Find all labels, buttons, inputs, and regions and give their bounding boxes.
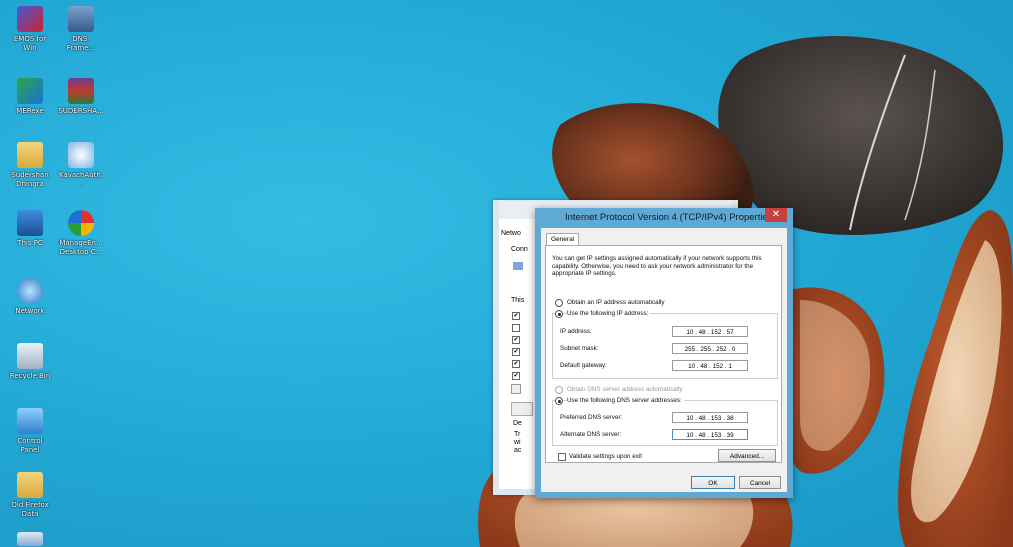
desktop-icon-user-folder[interactable]: Sudershan Dhingra (7, 142, 53, 189)
mer-app-icon (17, 78, 43, 104)
general-panel: You can get IP settings assigned automat… (545, 245, 782, 463)
desktop-icon-label: ManageEn... Desktop C... (59, 239, 103, 256)
use-following-dns-label[interactable]: Use the following DNS server addresses: (567, 397, 684, 404)
preferred-dns-field[interactable]: 10 . 48 . 153 . 38 (672, 412, 748, 423)
default-gateway-field[interactable]: 10 . 48 . 152 . 1 (672, 360, 748, 371)
component-checkbox[interactable]: ✔ (512, 336, 520, 344)
emos-app-icon (17, 6, 43, 32)
validate-checkbox[interactable] (558, 453, 566, 461)
desktop-icon-label: Sudershan Dhingra (11, 171, 49, 188)
desktop-icon-emos[interactable]: EMOS for Win (7, 6, 53, 53)
alternate-dns-field[interactable]: 10 . 48 . 153 . 39 (672, 429, 748, 440)
desktop-icon-label: SUDERSHA... (58, 107, 104, 115)
cancel-button[interactable]: Cancel (739, 476, 781, 489)
component-checkbox[interactable] (512, 324, 520, 332)
validate-label[interactable]: Validate settings upon exit (569, 453, 642, 460)
desktop-background: EMOS for Win DNS-Frame... MERexe SUDERSH… (0, 0, 1013, 547)
obtain-ip-auto-radio[interactable] (555, 299, 563, 307)
recycle-bin-icon (17, 343, 43, 369)
ipv4-properties-dialog: Internet Protocol Version 4 (TCP/IPv4) P… (535, 208, 793, 498)
desktop-icon-control-panel[interactable]: Control Panel (7, 408, 53, 455)
obtain-ip-auto-label[interactable]: Obtain an IP address automatically (567, 299, 665, 306)
desktop-icon-kavach[interactable]: KavachAuth... (58, 142, 104, 189)
advanced-button[interactable]: Advanced... (718, 449, 776, 462)
desktop-icon-mer[interactable]: MERexe (7, 78, 53, 116)
desktop-icon-partial[interactable] (7, 532, 53, 546)
alternate-dns-label: Alternate DNS server: (560, 431, 622, 438)
use-following-ip-label[interactable]: Use the following IP address: (567, 310, 651, 317)
dialog-title: Internet Protocol Version 4 (TCP/IPv4) P… (565, 212, 773, 223)
manageengine-icon (68, 210, 94, 236)
folder-icon (17, 472, 43, 498)
component-checkbox[interactable]: ✔ (512, 348, 520, 356)
back-this-label: This (511, 297, 525, 304)
archive-icon (68, 78, 94, 104)
control-panel-icon (17, 408, 43, 434)
back-tab-label[interactable]: Netwo (501, 230, 521, 237)
desktop-icon-manageengine[interactable]: ManageEn... Desktop C... (58, 210, 104, 257)
desktop-icon-recycle-bin[interactable]: Recycle Bin (7, 343, 53, 381)
document-icon (17, 532, 43, 546)
back-desc-text: Tr wi ac (514, 431, 522, 454)
desktop-icon-label: Old Firefox Data (11, 501, 49, 518)
ip-address-field[interactable]: 10 . 48 . 152 . 57 (672, 326, 748, 337)
component-checkbox[interactable]: ✔ (512, 372, 520, 380)
component-checkbox[interactable]: ✔ (512, 360, 520, 368)
desktop-icon-label: DNS-Frame... (66, 35, 96, 52)
dialog-titlebar[interactable]: Internet Protocol Version 4 (TCP/IPv4) P… (535, 208, 793, 228)
back-connect-label: Conn (511, 246, 528, 253)
obtain-dns-auto-radio[interactable] (555, 386, 563, 394)
desktop-icon-sudersha[interactable]: SUDERSHA... (58, 78, 104, 116)
nic-icon (68, 142, 94, 168)
dialog-client-area: General You can get IP settings assigned… (541, 228, 787, 492)
desktop-icon-label: MERexe (16, 107, 44, 115)
adapter-icon (513, 262, 523, 270)
dialog-description: You can get IP settings assigned automat… (552, 255, 762, 277)
desktop-icon-label: EMOS for Win (13, 35, 47, 52)
dns-frame-app-icon (68, 6, 94, 32)
ip-address-label: IP address: (560, 328, 592, 335)
back-desc-label: De (513, 420, 522, 427)
use-following-ip-radio[interactable] (555, 310, 563, 318)
desktop-icon-network[interactable]: Network (7, 278, 53, 316)
back-install-button[interactable] (511, 402, 533, 416)
preferred-dns-label: Preferred DNS server: (560, 414, 623, 421)
desktop-icon-label: This PC (17, 239, 43, 247)
network-icon (17, 278, 43, 304)
folder-icon (17, 142, 43, 168)
subnet-mask-field[interactable]: 255 . 255 . 252 . 0 (672, 343, 748, 354)
desktop-icon-label: KavachAuth... (58, 171, 104, 188)
back-scroll-left[interactable] (511, 384, 521, 394)
default-gateway-label: Default gateway: (560, 362, 607, 369)
component-checkbox[interactable]: ✔ (512, 312, 520, 320)
computer-icon (17, 210, 43, 236)
desktop-icon-label: Recycle Bin (9, 372, 51, 380)
close-button[interactable]: ✕ (765, 208, 787, 222)
desktop-icon-label: Network (15, 307, 45, 315)
use-following-dns-radio[interactable] (555, 397, 563, 405)
desktop-icon-dns-frame[interactable]: DNS-Frame... (58, 6, 104, 53)
obtain-dns-auto-label[interactable]: Obtain DNS server address automatically (567, 386, 683, 393)
ok-button[interactable]: OK (691, 476, 735, 489)
subnet-mask-label: Subnet mask: (560, 345, 599, 352)
desktop-icon-this-pc[interactable]: This PC (7, 210, 53, 248)
desktop-icon-old-firefox-data[interactable]: Old Firefox Data (7, 472, 53, 519)
desktop-icon-label: Control Panel (17, 437, 43, 454)
